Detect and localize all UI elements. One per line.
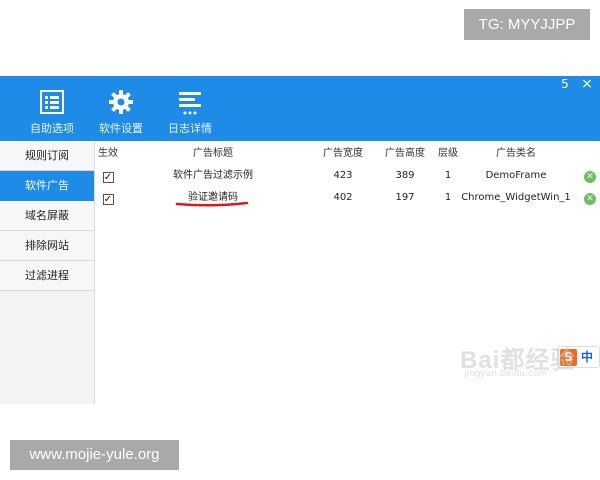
sidebar: 规则订阅 软件广告 域名屏蔽 排除网站 过滤进程: [0, 141, 95, 404]
cell-width: 423: [333, 170, 353, 181]
table-row[interactable]: ✓ 验证邀请码 402 197 1 Chrome_WidgetWin_1 ✕: [95, 187, 600, 209]
cell-classname: DemoFrame: [485, 170, 547, 181]
header-level[interactable]: 层级: [435, 143, 461, 165]
delete-icon[interactable]: ✕: [584, 171, 596, 183]
enabled-checkbox[interactable]: ✓: [102, 194, 114, 205]
cell-level: 1: [444, 170, 452, 181]
watermark-top-right: TG: MYYJJPP: [464, 9, 590, 40]
toolbar-item-log[interactable]: 日志详情: [160, 88, 220, 138]
sidebar-item-software-ads[interactable]: 软件广告: [0, 171, 94, 201]
header-width[interactable]: 广告宽度: [315, 143, 371, 165]
watermark-bottom-left: www.mojie-yule.org: [10, 440, 179, 470]
red-underline-annotation: [175, 201, 249, 207]
toolbar: 自助选项 软件设置 日志详情 5 ×: [0, 76, 600, 141]
sidebar-item-domain-block[interactable]: 域名屏蔽: [0, 201, 94, 231]
list-icon: [40, 90, 64, 114]
gear-icon: [109, 90, 133, 114]
toolbar-item-self-help[interactable]: 自助选项: [22, 88, 82, 138]
baidu-watermark: Bai都经验 jingyan.baidu.com: [460, 336, 580, 386]
cell-width: 402: [333, 192, 353, 203]
toolbar-item-label: 日志详情: [168, 122, 212, 135]
header-title[interactable]: 广告标题: [121, 143, 305, 165]
header-classname[interactable]: 广告类名: [461, 143, 571, 165]
baidu-watermark-url: jingyan.baidu.com: [464, 369, 548, 379]
enabled-checkbox[interactable]: ✓: [102, 172, 114, 183]
minimize-button[interactable]: 5: [556, 76, 574, 92]
delete-icon[interactable]: ✕: [584, 193, 596, 205]
cell-classname: Chrome_WidgetWin_1: [461, 192, 571, 203]
log-icon: [179, 92, 201, 115]
header-height[interactable]: 广告高度: [375, 143, 435, 165]
cell-title: 软件广告过滤示例: [173, 170, 253, 181]
cell-enabled: ✓: [95, 187, 121, 209]
close-button[interactable]: ×: [578, 76, 596, 92]
cell-delete: ✕: [581, 165, 599, 187]
sidebar-item-exclude-sites[interactable]: 排除网站: [0, 231, 94, 261]
toolbar-item-label: 自助选项: [30, 122, 74, 135]
cell-level: 1: [444, 192, 452, 203]
header-enabled[interactable]: 生效: [95, 143, 121, 165]
cell-height: 389: [395, 170, 415, 181]
table-header: 生效 广告标题 广告宽度 广告高度 层级 广告类名: [95, 143, 600, 165]
cell-delete: ✕: [581, 187, 599, 209]
sidebar-item-filter-process[interactable]: 过滤进程: [0, 261, 94, 291]
toolbar-item-settings[interactable]: 软件设置: [91, 88, 151, 138]
app-window: 自助选项 软件设置 日志详情 5 × 规则订阅 软件广告 域名屏蔽 排除网站 过…: [0, 76, 600, 404]
cell-height: 197: [395, 192, 415, 203]
table-row[interactable]: ✓ 软件广告过滤示例 423 389 1 DemoFrame ✕: [95, 165, 600, 187]
cell-enabled: ✓: [95, 165, 121, 187]
sidebar-item-rule-subscription[interactable]: 规则订阅: [0, 141, 94, 171]
ime-mode-indicator[interactable]: 中: [581, 349, 593, 366]
toolbar-item-label: 软件设置: [99, 122, 143, 135]
